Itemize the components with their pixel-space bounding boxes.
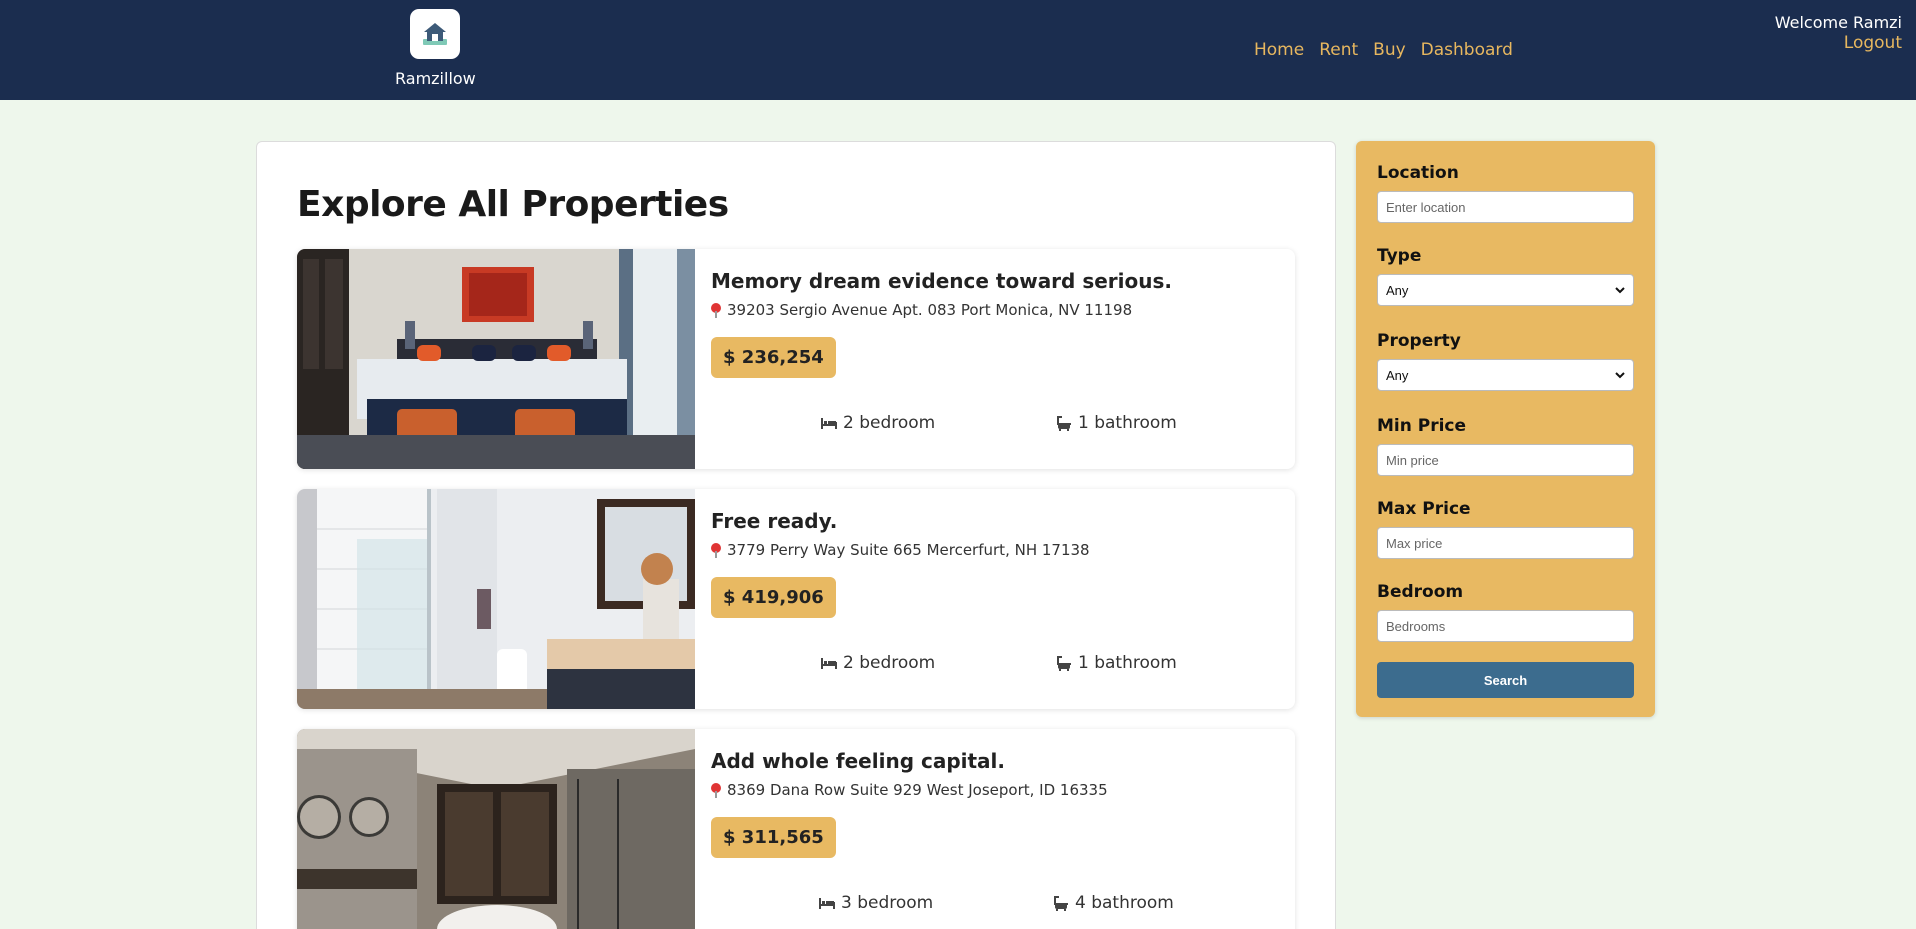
property-card[interactable]: Free ready. 3779 Perry Way Suite 665 Mer… [297,489,1295,709]
price-badge: $ 236,254 [711,337,836,378]
main-nav: Home Rent Buy Dashboard [1254,40,1528,60]
welcome-text: Welcome Ramzi [1774,13,1902,32]
property-address: 8369 Dana Row Suite 929 West Joseport, I… [711,781,1295,799]
property-card[interactable]: Add whole feeling capital. 8369 Dana Row… [297,729,1295,929]
bedroom-input[interactable] [1377,610,1634,642]
bed-icon [819,898,835,909]
property-photo[interactable] [297,249,695,469]
map-pin-icon [711,543,721,558]
bed-icon [821,658,837,669]
search-button[interactable]: Search [1377,662,1634,698]
bathroom-count: 1 bathroom [1056,653,1177,673]
property-photo[interactable] [297,729,695,929]
user-area: Welcome Ramzi Logout [1775,13,1902,53]
logout-link[interactable]: Logout [1775,33,1902,53]
bathroom-count: 4 bathroom [1053,893,1174,913]
property-address: 39203 Sergio Avenue Apt. 083 Port Monica… [711,301,1295,319]
brand-logo[interactable]: Ramzillow [395,9,476,88]
max-price-label: Max Price [1377,499,1471,519]
property-title[interactable]: Free ready. [711,509,1295,533]
nav-buy[interactable]: Buy [1373,40,1406,60]
bedroom-count: 2 bedroom [821,413,935,433]
address-text: 8369 Dana Row Suite 929 West Joseport, I… [727,781,1108,799]
type-label: Type [1377,246,1422,266]
map-pin-icon [711,783,721,798]
bedroom-count: 3 bedroom [819,893,933,913]
location-input[interactable] [1377,191,1634,223]
property-title[interactable]: Add whole feeling capital. [711,749,1295,773]
bathroom-count: 1 bathroom [1056,413,1177,433]
min-price-label: Min Price [1377,416,1467,436]
bath-icon [1054,896,1068,911]
nav-home[interactable]: Home [1254,40,1304,60]
price-badge: $ 311,565 [711,817,836,858]
address-text: 39203 Sergio Avenue Apt. 083 Port Monica… [727,301,1133,319]
property-label: Property [1377,331,1461,351]
property-card[interactable]: Memory dream evidence toward serious. 39… [297,249,1295,469]
bath-icon [1057,656,1071,671]
property-info: Memory dream evidence toward serious. 39… [711,269,1295,378]
price-badge: $ 419,906 [711,577,836,618]
property-stats: 2 bedroom 1 bathroom [711,413,1295,437]
property-stats: 3 bedroom 4 bathroom [711,893,1295,917]
bedroom-count: 2 bedroom [821,653,935,673]
page-title: Explore All Properties [297,184,729,225]
listings-panel: Explore All Properties Memory dream evid… [256,141,1336,929]
location-label: Location [1377,163,1459,183]
brand-name: Ramzillow [395,69,476,88]
map-pin-icon [711,303,721,318]
max-price-input[interactable] [1377,527,1634,559]
nav-dashboard[interactable]: Dashboard [1421,40,1513,60]
property-info: Free ready. 3779 Perry Way Suite 665 Mer… [711,509,1295,618]
bedroom-label: Bedroom [1377,582,1464,602]
min-price-input[interactable] [1377,444,1634,476]
chevron-down-icon [1615,286,1625,293]
chevron-down-icon [1615,371,1625,378]
nav-rent[interactable]: Rent [1319,40,1358,60]
property-info: Add whole feeling capital. 8369 Dana Row… [711,749,1295,858]
property-title[interactable]: Memory dream evidence toward serious. [711,269,1295,293]
search-filter-panel: Location Type Any Property Any Min Price… [1356,141,1655,717]
property-address: 3779 Perry Way Suite 665 Mercerfurt, NH … [711,541,1295,559]
type-select-value: Any [1386,282,1409,298]
house-logo-icon [410,9,460,59]
address-text: 3779 Perry Way Suite 665 Mercerfurt, NH … [727,541,1090,559]
bed-icon [821,418,837,429]
type-select[interactable]: Any [1377,274,1634,306]
top-navbar: Ramzillow Home Rent Buy Dashboard Welcom… [0,0,1916,100]
bath-icon [1057,416,1071,431]
property-select-value: Any [1386,367,1409,383]
property-photo[interactable] [297,489,695,709]
property-select[interactable]: Any [1377,359,1634,391]
property-stats: 2 bedroom 1 bathroom [711,653,1295,677]
